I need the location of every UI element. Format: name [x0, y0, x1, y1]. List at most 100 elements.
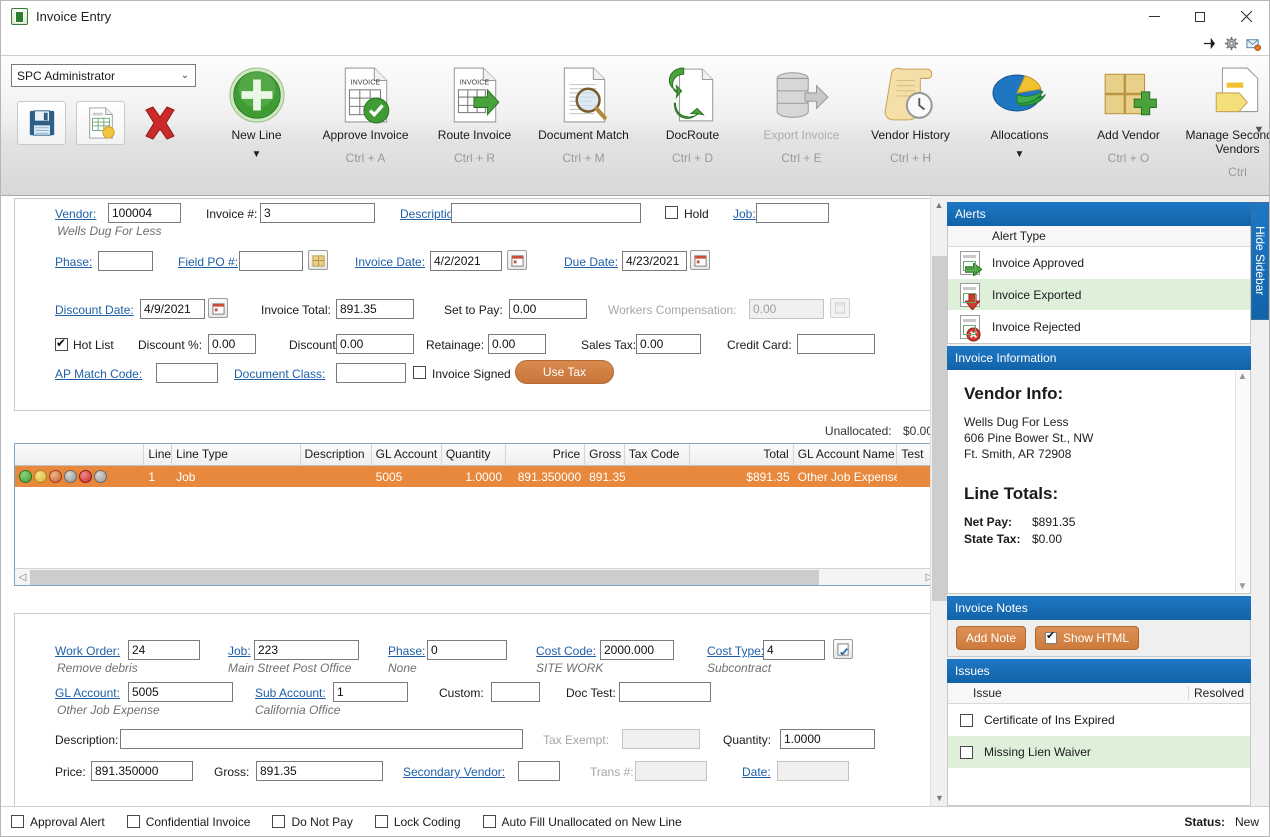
add-line-icon[interactable] — [19, 470, 32, 483]
discount-date-input[interactable]: 4/9/2021 — [140, 299, 205, 319]
status-checkbox-auto-fill-unallocated[interactable]: Auto Fill Unallocated on New Line — [482, 815, 682, 829]
gross-input[interactable]: 891.35 — [256, 761, 383, 781]
cost-type-lookup-icon[interactable] — [833, 639, 853, 659]
do-not-pay-checkbox[interactable] — [272, 815, 286, 828]
show-html-checkbox[interactable] — [1045, 629, 1058, 644]
status-checkbox-approval-alert[interactable]: Approval Alert — [11, 815, 105, 829]
list-item[interactable]: Certificate of Ins Expired — [948, 704, 1250, 736]
invoice-information-scrollbar[interactable]: ▲ ▼ — [1235, 371, 1249, 592]
job-label[interactable]: Job: — [228, 644, 251, 658]
cost-type-label[interactable]: Cost Type: — [707, 644, 764, 658]
custom-input[interactable] — [491, 682, 540, 702]
sub-account-label[interactable]: Sub Account: — [255, 686, 326, 700]
ap-match-code-input[interactable] — [156, 363, 218, 383]
quantity-input[interactable]: 1.0000 — [780, 729, 875, 749]
sub-account-input[interactable]: 1 — [333, 682, 408, 702]
invoice-date-calendar-icon[interactable] — [507, 250, 527, 270]
status-checkbox-do-not-pay[interactable]: Do Not Pay — [272, 815, 353, 829]
field-po-input[interactable] — [239, 251, 303, 271]
grid-header-quantity[interactable]: Quantity — [442, 444, 507, 465]
sales-tax-input[interactable]: 0.00 — [636, 334, 701, 354]
status-checkbox-lock-coding[interactable]: Lock Coding — [374, 815, 461, 829]
left-pane-scrollbar[interactable]: ▲ ▼ — [930, 196, 947, 806]
doc-test-input[interactable] — [619, 682, 711, 702]
invoice-signed-checkbox[interactable] — [413, 366, 426, 379]
grid-header-line-type[interactable]: Line Type — [172, 444, 301, 465]
description-input[interactable] — [451, 203, 641, 223]
grid-hscroll-thumb[interactable] — [30, 569, 820, 585]
grid-hscroll-track[interactable] — [30, 569, 922, 585]
confidential-invoice-checkbox[interactable] — [126, 815, 140, 828]
due-date-label[interactable]: Due Date: — [564, 255, 618, 269]
delete-button[interactable] — [135, 101, 184, 145]
box-picker-button[interactable] — [308, 250, 328, 270]
ribbon-button-export-invoice[interactable]: Export Invoice Ctrl + E — [747, 62, 856, 165]
hold-checkbox[interactable] — [665, 206, 678, 219]
discount-date-label[interactable]: Discount Date: — [55, 303, 134, 317]
scroll-down-icon[interactable]: ▼ — [931, 789, 947, 806]
new-invoice-button[interactable] — [76, 101, 125, 145]
phase-label[interactable]: Phase: — [55, 255, 92, 269]
approval-alert-checkbox[interactable] — [11, 815, 24, 828]
vendor-input[interactable]: 100004 — [108, 203, 181, 223]
ribbon-button-vendor-history[interactable]: Vendor History Ctrl + H — [856, 62, 965, 165]
ap-match-code-label[interactable]: AP Match Code: — [55, 367, 142, 381]
price-input[interactable]: 891.350000 — [91, 761, 193, 781]
phase-input[interactable]: 0 — [427, 640, 507, 660]
discount-pct-input[interactable]: 0.00 — [208, 334, 256, 354]
invoice-date-label[interactable]: Invoice Date: — [355, 255, 425, 269]
field-po-label[interactable]: Field PO #: — [178, 255, 238, 269]
issue-resolved-checkbox[interactable] — [959, 745, 973, 759]
scroll-down-icon[interactable]: ▼ — [1238, 581, 1248, 592]
ribbon-button-allocations[interactable]: Allocations ▼ — [965, 62, 1074, 160]
invoice-date-input[interactable]: 4/2/2021 — [430, 251, 502, 271]
list-item[interactable]: Missing Lien Waiver — [948, 736, 1250, 768]
issue-resolved-checkbox[interactable] — [959, 713, 973, 727]
grid-horizontal-scrollbar[interactable]: ◁ ▷ — [15, 568, 937, 585]
ribbon-button-new-line[interactable]: New Line ▼ — [202, 62, 311, 160]
job-input[interactable]: 223 — [254, 640, 359, 660]
gl-account-input[interactable]: 5005 — [128, 682, 233, 702]
use-tax-button[interactable]: Use Tax — [515, 360, 614, 384]
date-label[interactable]: Date: — [742, 765, 771, 779]
phase-input[interactable] — [98, 251, 153, 271]
invoice-total-input[interactable]: 891.35 — [336, 299, 414, 319]
chevron-down-icon[interactable]: ▼ — [1254, 124, 1265, 136]
auto-fill-unallocated-checkbox[interactable] — [482, 815, 496, 828]
scroll-up-icon[interactable]: ▲ — [1238, 371, 1248, 382]
invoice-number-input[interactable]: 3 — [260, 203, 375, 223]
ribbon-button-docroute[interactable]: DocRoute Ctrl + D — [638, 62, 747, 165]
delete-line-icon[interactable] — [79, 470, 92, 483]
credit-card-input[interactable] — [797, 334, 875, 354]
set-to-pay-input[interactable]: 0.00 — [509, 299, 587, 319]
grid-header-gross[interactable]: Gross — [585, 444, 625, 465]
due-date-calendar-icon[interactable] — [690, 250, 710, 270]
list-item[interactable]: Invoice Exported — [948, 279, 1250, 311]
dollar-icon[interactable] — [64, 470, 77, 483]
maximize-button[interactable] — [1177, 1, 1223, 32]
grid-header-description[interactable]: Description — [301, 444, 372, 465]
grid-header-gl-account[interactable]: GL Account — [372, 444, 442, 465]
grid-header-price[interactable]: Price — [506, 444, 586, 465]
grid-header-tax-code[interactable]: Tax Code — [625, 444, 690, 465]
list-item[interactable]: Invoice Rejected — [948, 311, 1250, 343]
ribbon-button-approve-invoice[interactable]: INVOICE Approve Invoice Ctrl + A — [311, 62, 420, 165]
ribbon-button-add-vendor[interactable]: Add Vendor Ctrl + O — [1074, 62, 1183, 165]
pin-icon[interactable] — [1200, 34, 1219, 53]
issues-column-resolved[interactable]: Resolved — [1188, 686, 1250, 700]
cost-code-input[interactable]: 2000.000 — [600, 640, 674, 660]
add-note-button[interactable]: Add Note — [956, 626, 1027, 650]
retainage-input[interactable]: 0.00 — [488, 334, 546, 354]
left-pane-scroll-thumb[interactable] — [932, 256, 947, 601]
ribbon-scroll[interactable]: ▼ — [1251, 56, 1267, 195]
cost-type-input[interactable]: 4 — [763, 640, 825, 660]
phase-label[interactable]: Phase: — [388, 644, 425, 658]
discount-date-calendar-icon[interactable] — [208, 298, 228, 318]
work-order-label[interactable]: Work Order: — [55, 644, 120, 658]
secondary-vendor-label[interactable]: Secondary Vendor: — [403, 765, 505, 779]
minimize-button[interactable] — [1131, 1, 1177, 32]
grid-header-total[interactable]: Total — [690, 444, 794, 465]
description-input[interactable] — [120, 729, 523, 749]
copy-line-icon[interactable] — [34, 470, 47, 483]
work-order-input[interactable]: 24 — [128, 640, 200, 660]
